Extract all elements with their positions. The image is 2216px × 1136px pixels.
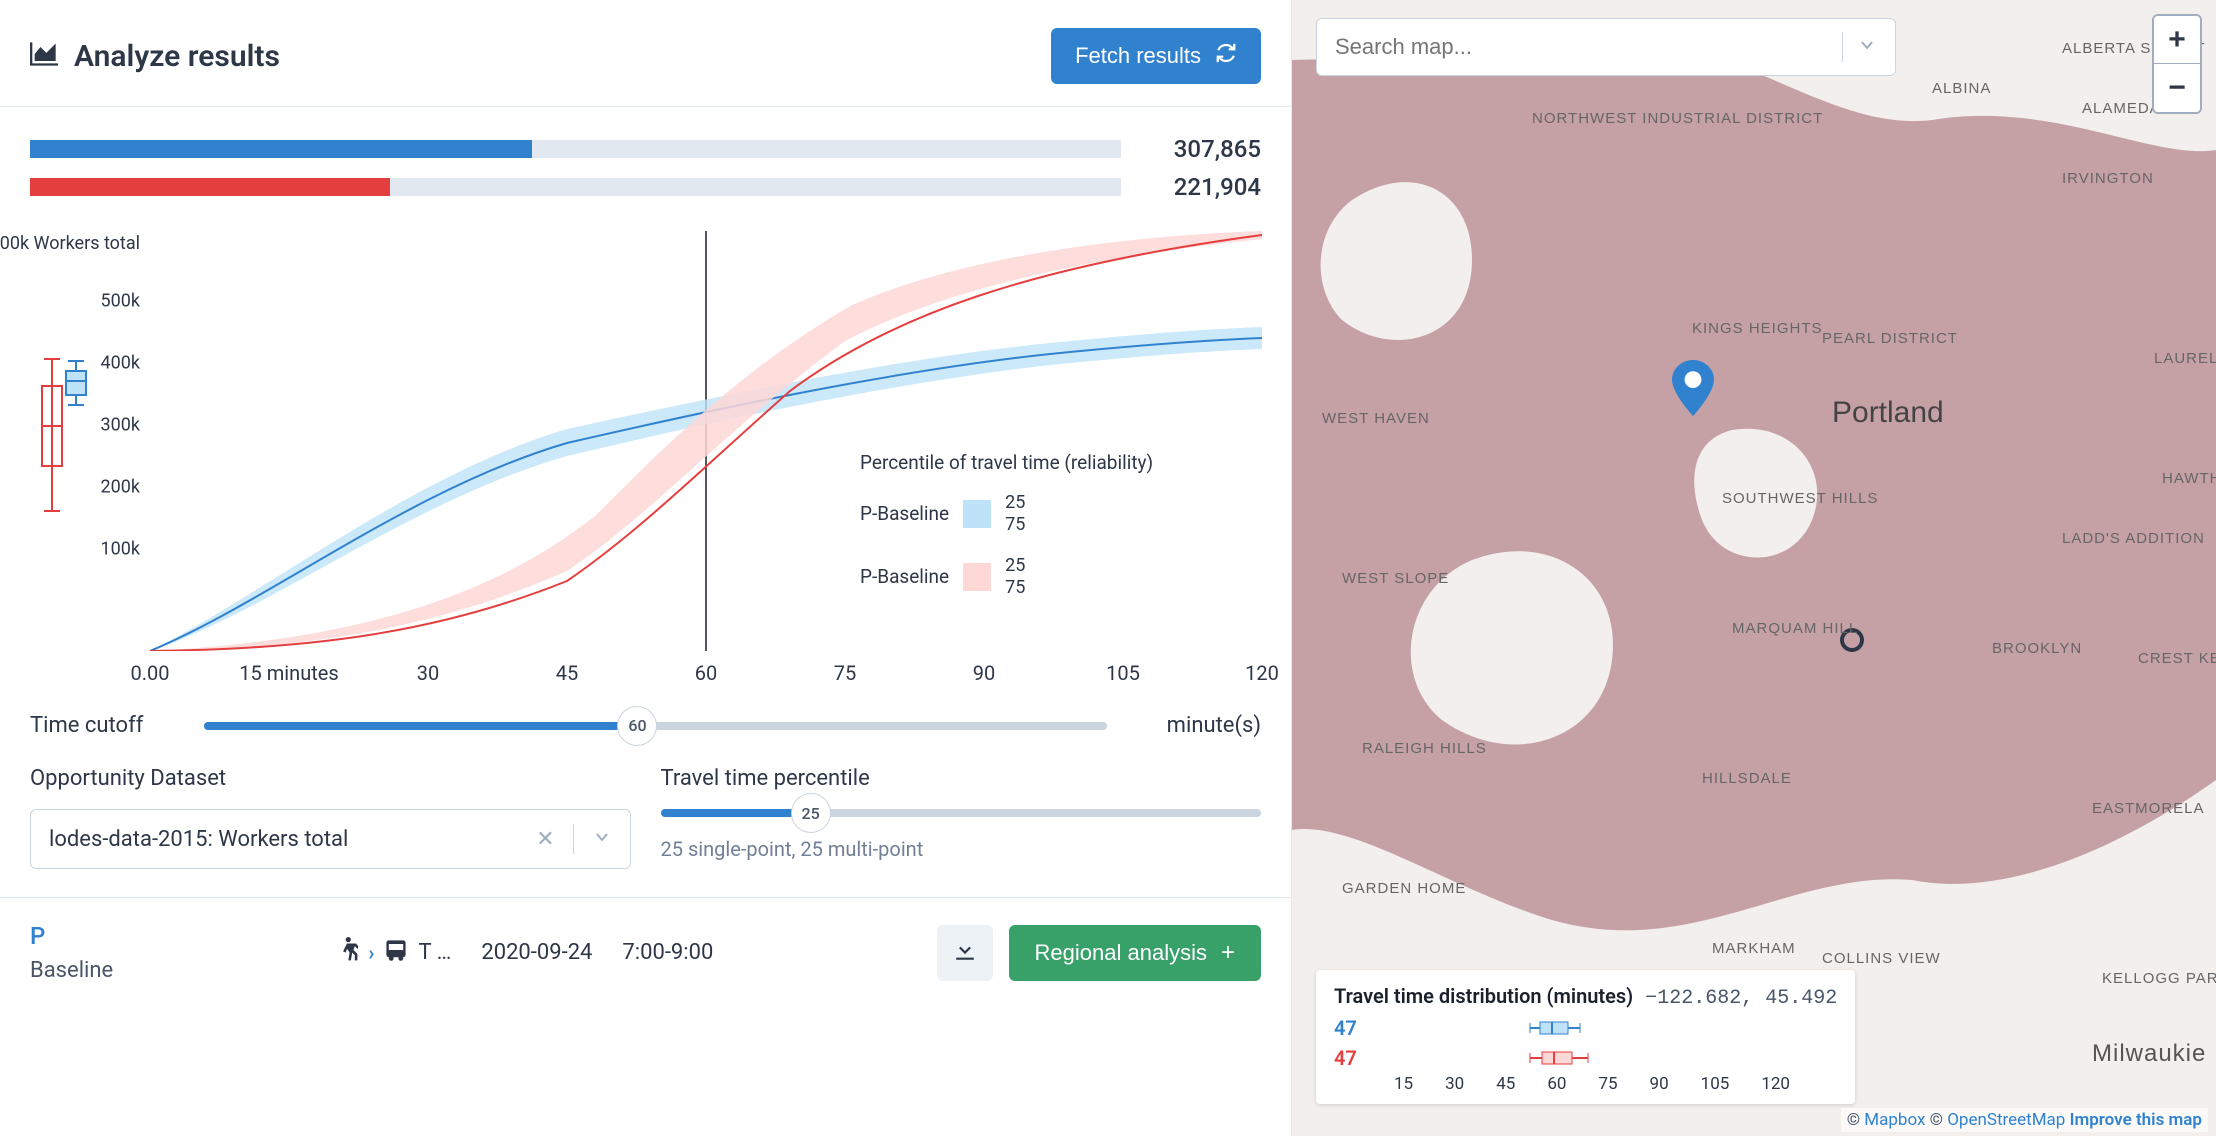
panel-coords: −122.682, 45.492 [1645, 987, 1837, 1010]
download-button[interactable] [937, 925, 993, 981]
page-title-text: Analyze results [74, 39, 280, 74]
map-panel[interactable]: NORTHWEST INDUSTRIAL DISTRICT ALBINA ALB… [1292, 0, 2216, 1136]
page-title: Analyze results [30, 39, 280, 74]
scenario-name[interactable]: P [30, 922, 113, 950]
panel-header: Analyze results Fetch results [0, 0, 1291, 106]
percentile-label: Travel time percentile [661, 766, 1262, 791]
tt-value-primary: 47 [1334, 1016, 1370, 1040]
chevron-down-icon[interactable] [592, 827, 612, 851]
tt-value-comparison: 47 [1334, 1046, 1370, 1070]
y-axis: 600k Workers total 500k 400k 300k 200k 1… [30, 231, 150, 651]
transit-mode-label: T … [418, 940, 451, 965]
chevron-right-icon: › [368, 941, 374, 965]
mode-selector[interactable]: › T … [336, 937, 451, 969]
time-cutoff-label: Time cutoff [30, 713, 180, 738]
refresh-icon [1215, 42, 1237, 70]
legend-series-a: P-Baseline [860, 502, 949, 525]
analysis-date[interactable]: 2020-09-24 [481, 940, 592, 965]
walk-icon [336, 937, 358, 969]
osm-link[interactable]: OpenStreetMap [1947, 1110, 2065, 1130]
regional-button-label: Regional analysis [1035, 940, 1207, 966]
scenario-row: P Baseline › T … 2020-09-24 7:00-9:00 Re [0, 897, 1291, 1011]
legend-series-b: P-Baseline [860, 565, 949, 588]
opportunity-dataset-value: lodes-data-2015: Workers total [49, 827, 348, 852]
zoom-controls: + − [2152, 14, 2202, 114]
percentile-slider[interactable]: 25 [661, 809, 1262, 817]
boxplot-primary [1390, 1019, 1650, 1037]
time-cutoff-slider[interactable]: 60 [204, 722, 1107, 730]
map-search-input[interactable] [1335, 34, 1842, 60]
analysis-time-window[interactable]: 7:00-9:00 [622, 940, 713, 965]
clear-icon[interactable]: ✕ [536, 827, 554, 852]
map-search[interactable] [1316, 18, 1896, 76]
chevron-down-icon[interactable] [1857, 35, 1877, 59]
time-cutoff-thumb[interactable]: 60 [617, 706, 657, 746]
opportunity-dataset-label: Opportunity Dataset [30, 766, 631, 791]
percentile-thumb[interactable]: 25 [791, 793, 831, 833]
bar-primary-value: 307,865 [1141, 135, 1261, 163]
bar-comparison [30, 178, 1121, 196]
percentile-hint: 25 single-point, 25 multi-point [661, 837, 1262, 861]
accessibility-bars: 307,865 221,904 [0, 107, 1291, 211]
origin-marker[interactable] [1672, 360, 1714, 420]
map-attribution: © Mapbox © OpenStreetMap Improve this ma… [1841, 1108, 2208, 1132]
bar-primary [30, 140, 1121, 158]
chart-legend: Percentile of travel time (reliability) … [860, 451, 1153, 618]
mapbox-link[interactable]: Mapbox [1864, 1110, 1925, 1130]
fetch-button-label: Fetch results [1075, 43, 1201, 69]
bus-icon [384, 938, 408, 968]
opportunity-dataset-select[interactable]: lodes-data-2015: Workers total ✕ [30, 809, 631, 869]
panel-axis: 153045607590105120 [1394, 1074, 1837, 1094]
travel-time-panel: Travel time distribution (minutes) −122.… [1316, 970, 1855, 1104]
zoom-out-button[interactable]: − [2154, 64, 2200, 112]
fetch-results-button[interactable]: Fetch results [1051, 28, 1261, 84]
scenario-subtitle: Baseline [30, 958, 113, 983]
boxplot-comparison [1390, 1049, 1650, 1067]
bar-comparison-value: 221,904 [1141, 173, 1261, 201]
chart-area-icon [30, 39, 58, 74]
analysis-panel: Analyze results Fetch results 307,865 22… [0, 0, 1292, 1136]
regional-analysis-button[interactable]: Regional analysis + [1009, 925, 1261, 981]
time-cutoff-unit: minute(s) [1131, 713, 1261, 738]
cumulative-access-chart[interactable]: 600k Workers total 500k 400k 300k 200k 1… [30, 231, 1262, 691]
improve-map-link[interactable]: Improve this map [2070, 1110, 2202, 1130]
download-icon [954, 940, 976, 965]
zoom-in-button[interactable]: + [2154, 16, 2200, 64]
map-city-label: Portland [1832, 396, 1944, 430]
plus-icon: + [1221, 939, 1235, 967]
panel-title: Travel time distribution (minutes) [1334, 984, 1633, 1008]
